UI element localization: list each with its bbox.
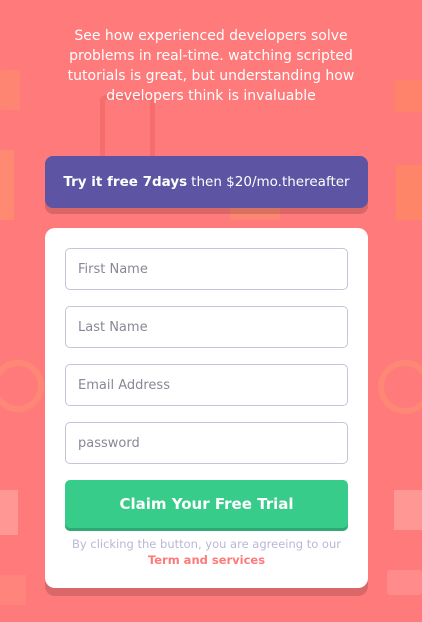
terms-link[interactable]: Term and services: [148, 553, 265, 567]
decor-gear-icon: [0, 360, 44, 412]
last-name-input[interactable]: [65, 306, 348, 348]
promo-rest-text: then $20/mo.thereafter: [191, 174, 350, 190]
terms-notice: By clicking the button, you are agreeing…: [65, 536, 348, 568]
intro-text: See how experienced developers solve pro…: [67, 28, 355, 104]
decor-gear-icon: [378, 360, 422, 414]
email-input[interactable]: [65, 364, 348, 406]
first-name-input[interactable]: [65, 248, 348, 290]
claim-trial-button[interactable]: Claim Your Free Trial: [65, 480, 348, 528]
terms-prefix: By clicking the button, you are agreeing…: [72, 537, 341, 551]
decor-shape: [0, 70, 20, 110]
signup-form: Claim Your Free Trial By clicking the bu…: [45, 228, 368, 588]
decor-shape: [394, 80, 422, 112]
promo-banner: Try it free 7days then $20/mo.thereafter: [45, 156, 368, 208]
decor-shape: [394, 490, 422, 530]
decor-shape: [0, 150, 14, 220]
decor-shape: [0, 490, 18, 535]
decor-shape: [387, 570, 422, 595]
password-input[interactable]: [65, 422, 348, 464]
promo-bold-text: Try it free 7days: [63, 174, 188, 190]
decor-shape: [396, 165, 422, 220]
decor-shape: [0, 575, 26, 605]
